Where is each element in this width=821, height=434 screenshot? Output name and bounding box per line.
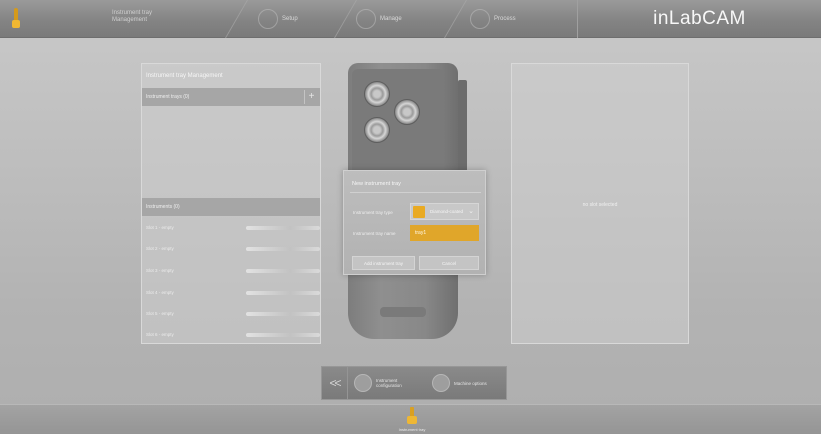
process-icon — [470, 9, 490, 29]
nav-step-setup[interactable]: Setup — [258, 0, 298, 38]
slot-label: Slot 6 - empty — [146, 332, 174, 337]
tray-type-label: Instrument tray type — [353, 210, 393, 215]
instrument-config-icon — [354, 374, 372, 392]
tray-name-label: Instrument tray name — [353, 231, 396, 236]
slot-instrument-shape — [246, 269, 320, 273]
brand-area: inLabCAM — [577, 0, 821, 38]
divider — [350, 192, 481, 193]
cancel-button[interactable]: Cancel — [419, 256, 479, 270]
setup-icon — [258, 9, 278, 29]
back-button[interactable]: << — [322, 367, 348, 399]
add-tray-button[interactable]: + — [304, 90, 318, 104]
slot-label: Slot 5 - empty — [146, 311, 174, 316]
instrument-trays-header[interactable]: Instrument trays (0) + — [142, 88, 320, 106]
breadcrumb[interactable]: Instrument tray Management — [112, 10, 152, 24]
tray-holder-knob — [364, 81, 390, 107]
footer-bar: Instrument tray — [0, 404, 821, 434]
empty-state-text: no slot selected — [582, 202, 618, 208]
bottom-toolbar: << Instrument configuration Machine opti… — [321, 366, 507, 400]
app-logo-icon[interactable] — [11, 8, 21, 28]
slot-instrument-shape — [246, 312, 320, 316]
slot-instrument-shape — [246, 226, 320, 230]
tray-type-color-swatch — [413, 205, 425, 218]
slot-instrument-shape — [246, 291, 320, 295]
top-bar: Instrument tray Management Setup Manage … — [0, 0, 821, 38]
nav-step-process[interactable]: Process — [470, 0, 516, 38]
slot-row[interactable]: Slot 6 - empty — [146, 324, 320, 345]
tray-type-select[interactable]: Diamond-coated ⌄ — [410, 203, 479, 220]
slot-label: Slot 4 - empty — [146, 290, 174, 295]
footer-label: Instrument tray — [398, 427, 426, 432]
slot-row[interactable]: Slot 3 - empty — [146, 260, 320, 281]
nav-step-manage[interactable]: Manage — [356, 0, 402, 38]
slot-row[interactable]: Slot 2 - empty — [146, 238, 320, 259]
instrument-trays-label: Instrument trays (0) — [146, 94, 190, 100]
add-instrument-tray-button[interactable]: Add instrument tray — [352, 256, 415, 270]
panel-title: Instrument tray Management — [146, 73, 223, 79]
slot-label: Slot 2 - empty — [146, 246, 174, 251]
nav-step-label: Manage — [380, 16, 402, 22]
instrument-configuration-button[interactable]: Instrument configuration — [354, 367, 416, 399]
tray-holder-knob — [394, 99, 420, 125]
slot-detail-panel: no slot selected — [511, 63, 689, 344]
slot-row[interactable]: Slot 1 - empty — [146, 217, 320, 238]
manage-icon — [356, 9, 376, 29]
slot-row[interactable]: Slot 4 - empty — [146, 282, 320, 303]
breadcrumb-line1: Instrument tray — [112, 10, 153, 16]
slot-instrument-shape — [246, 247, 320, 251]
brand-title: inLabCAM — [653, 8, 746, 29]
nav-step-label: Setup — [282, 16, 298, 22]
instruments-label: Instruments (0) — [146, 204, 180, 210]
instrument-configuration-label: Instrument configuration — [376, 378, 402, 388]
tray-name-input[interactable] — [410, 225, 479, 241]
chevron-down-icon: ⌄ — [468, 208, 474, 215]
new-instrument-tray-dialog: New instrument tray Instrument tray type… — [343, 170, 486, 275]
dialog-title: New instrument tray — [352, 181, 401, 187]
gear-icon — [432, 374, 450, 392]
slot-label: Slot 3 - empty — [146, 268, 174, 273]
machine-options-button[interactable]: Machine options — [432, 367, 490, 399]
slot-instrument-shape — [246, 333, 320, 337]
instruments-header[interactable]: Instruments (0) — [142, 198, 320, 216]
breadcrumb-line2: Management — [112, 17, 148, 23]
tray-holder-knob — [364, 117, 390, 143]
instrument-tray-management-panel: Instrument tray Management Instrument tr… — [141, 63, 321, 344]
nav-step-label: Process — [494, 16, 516, 22]
machine-options-label: Machine options — [454, 380, 487, 386]
slot-row[interactable]: Slot 5 - empty — [146, 303, 320, 324]
instrument-tray-icon[interactable] — [406, 407, 418, 425]
slot-label: Slot 1 - empty — [146, 225, 174, 230]
tray-type-value: Diamond-coated — [430, 209, 464, 214]
